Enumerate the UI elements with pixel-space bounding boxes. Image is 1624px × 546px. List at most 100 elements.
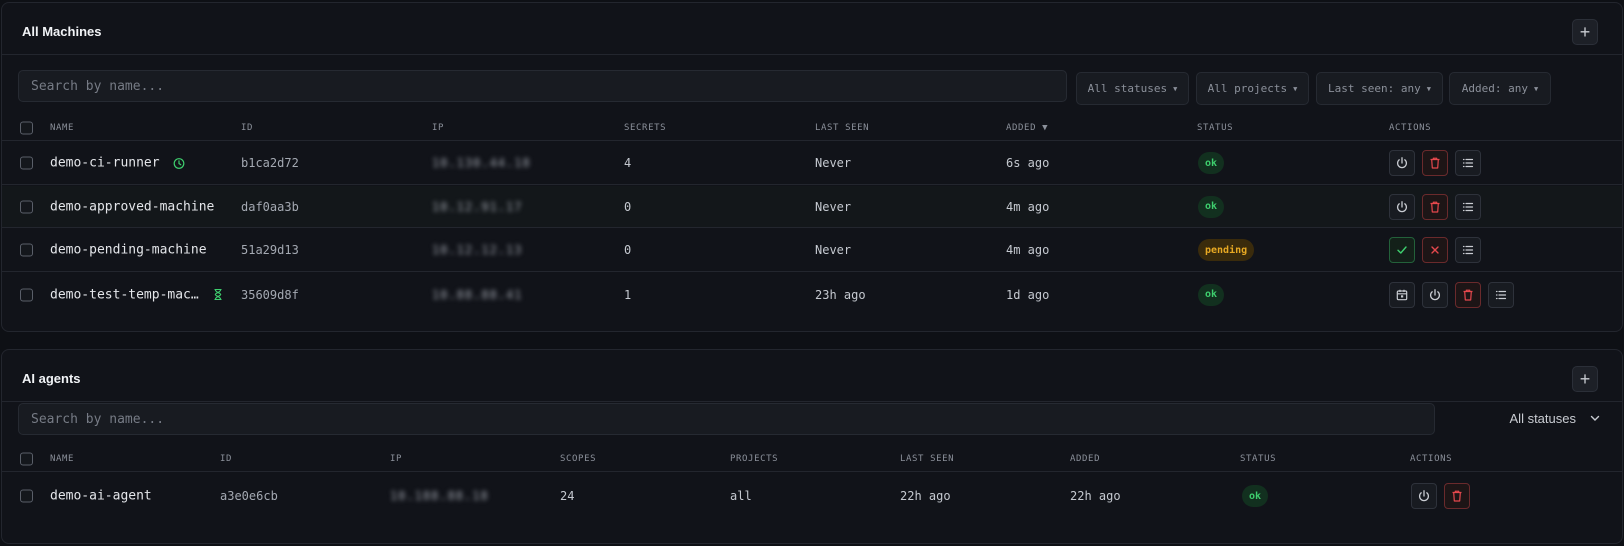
machines-project-filter[interactable]: All projects ▼ — [1196, 72, 1309, 105]
table-row[interactable]: demo-pending-machine 51a29d13 10.12.12.1… — [2, 229, 1622, 272]
machines-panel: All Machines + All statuses ▼ All project… — [1, 2, 1623, 332]
col-name: NAME — [50, 123, 75, 133]
machines-added-filter[interactable]: Added: any ▼ — [1449, 72, 1551, 105]
status-badge: ok — [1242, 485, 1269, 507]
status-badge: ok — [1198, 195, 1225, 218]
machines-status-filter[interactable]: All statuses ▼ — [1076, 72, 1189, 105]
details-button[interactable] — [1455, 237, 1481, 263]
power-button[interactable] — [1389, 150, 1415, 176]
list-icon — [1495, 290, 1507, 299]
details-button[interactable] — [1488, 281, 1514, 308]
list-icon — [1462, 202, 1474, 211]
machines-header: All Machines + — [2, 3, 1622, 55]
table-row[interactable]: demo-test-temp-mac… 35609d8f 10.88.88.41… — [2, 273, 1622, 316]
select-all-checkbox[interactable] — [20, 121, 33, 134]
row-actions — [1411, 483, 1470, 509]
col-status: STATUS — [1240, 454, 1277, 464]
list-icon — [1462, 158, 1474, 168]
caret-down-icon: ▼ — [1534, 84, 1539, 93]
agent-id: a3e0e6cb — [220, 489, 278, 503]
reject-button[interactable] — [1422, 237, 1448, 263]
agents-table-header: NAME ID IP SCOPES PROJECTS LAST SEEN ADD… — [2, 446, 1622, 472]
row-checkbox[interactable] — [20, 489, 33, 503]
col-added[interactable]: ADDED ▼ — [1006, 123, 1048, 133]
select-all-checkbox[interactable] — [20, 452, 33, 465]
col-actions: ACTIONS — [1410, 454, 1453, 464]
row-actions — [1389, 237, 1481, 263]
agents-status-label: All statuses — [1509, 411, 1576, 426]
machines-last-seen-filter[interactable]: Last seen: any ▼ — [1316, 72, 1443, 105]
agent-projects: all — [730, 489, 752, 503]
machine-ip: 10.12.12.13 — [432, 243, 523, 257]
agents-search-input[interactable] — [18, 403, 1435, 435]
col-status: STATUS — [1197, 123, 1234, 133]
col-last-seen: LAST SEEN — [900, 454, 955, 464]
col-added: ADDED — [1070, 454, 1101, 464]
machine-last-seen: Never — [815, 199, 852, 214]
machines-title: All Machines — [22, 24, 102, 39]
power-button[interactable] — [1422, 281, 1448, 308]
added-filter-label: Added: any — [1461, 82, 1528, 95]
agents-status-filter[interactable]: All statuses — [1510, 411, 1600, 426]
list-icon — [1462, 245, 1474, 255]
machine-added: 6s ago — [1006, 156, 1050, 170]
power-icon — [1418, 490, 1430, 502]
row-checkbox[interactable] — [20, 200, 33, 213]
col-last-seen: LAST SEEN — [815, 123, 870, 133]
delete-button[interactable] — [1444, 483, 1470, 509]
details-button[interactable] — [1455, 193, 1481, 220]
col-projects: PROJECTS — [730, 454, 779, 464]
status-filter-label: All statuses — [1087, 82, 1168, 95]
machine-name[interactable]: demo-ci-runner — [50, 156, 185, 171]
caret-down-icon: ▼ — [1173, 84, 1178, 93]
agent-scopes: 24 — [560, 489, 575, 503]
power-button[interactable] — [1411, 483, 1437, 509]
delete-button[interactable] — [1422, 193, 1448, 220]
machine-last-seen: Never — [815, 243, 852, 257]
machine-last-seen: 23h ago — [815, 287, 866, 302]
machine-id: 35609d8f — [241, 287, 299, 302]
machine-name[interactable]: demo-test-temp-mac… — [50, 287, 223, 302]
status-badge: pending — [1198, 239, 1255, 261]
delete-button[interactable] — [1455, 281, 1481, 308]
machine-ip: 10.12.91.17 — [432, 199, 523, 214]
machine-ip: 10.88.88.41 — [432, 287, 523, 302]
schedule-button[interactable] — [1389, 281, 1415, 308]
add-machine-button[interactable]: + — [1572, 19, 1598, 45]
machine-name[interactable]: demo-approved-machine — [50, 199, 214, 214]
power-icon — [1429, 288, 1441, 300]
col-name: NAME — [50, 454, 75, 464]
hourglass-icon — [214, 288, 222, 301]
status-badge: ok — [1198, 283, 1225, 306]
last-seen-filter-label: Last seen: any — [1328, 82, 1421, 95]
agent-added: 22h ago — [1070, 489, 1121, 503]
col-id: ID — [241, 123, 254, 133]
table-row[interactable]: demo-ci-runner b1ca2d72 10.130.44.18 4 N… — [2, 142, 1622, 185]
col-actions: ACTIONS — [1389, 123, 1432, 133]
approve-button[interactable] — [1389, 237, 1415, 263]
caret-down-icon: ▼ — [1426, 84, 1431, 93]
calendar-icon — [1396, 289, 1408, 300]
add-agent-button[interactable]: + — [1572, 366, 1598, 392]
row-actions — [1389, 281, 1514, 308]
details-button[interactable] — [1455, 150, 1481, 176]
machine-id: daf0aa3b — [241, 199, 299, 214]
clock-icon — [174, 157, 185, 169]
agent-last-seen: 22h ago — [900, 489, 951, 503]
machine-secrets: 0 — [624, 243, 632, 257]
machines-search-input[interactable] — [18, 70, 1067, 102]
table-row[interactable]: demo-approved-machine daf0aa3b 10.12.91.… — [2, 186, 1622, 228]
delete-button[interactable] — [1422, 150, 1448, 176]
machine-id: b1ca2d72 — [241, 156, 299, 170]
caret-down-icon: ▼ — [1293, 84, 1298, 93]
row-checkbox[interactable] — [20, 243, 33, 257]
machine-added: 4m ago — [1006, 243, 1050, 257]
table-row[interactable]: demo-ai-agent a3e0e6cb 10.188.88.18 24 a… — [2, 473, 1622, 519]
machine-name[interactable]: demo-pending-machine — [50, 243, 207, 258]
row-checkbox[interactable] — [20, 156, 33, 170]
agents-title: AI agents — [22, 371, 81, 386]
power-button[interactable] — [1389, 193, 1415, 220]
agent-name[interactable]: demo-ai-agent — [50, 489, 152, 504]
row-checkbox[interactable] — [20, 288, 33, 301]
col-id: ID — [220, 454, 233, 464]
